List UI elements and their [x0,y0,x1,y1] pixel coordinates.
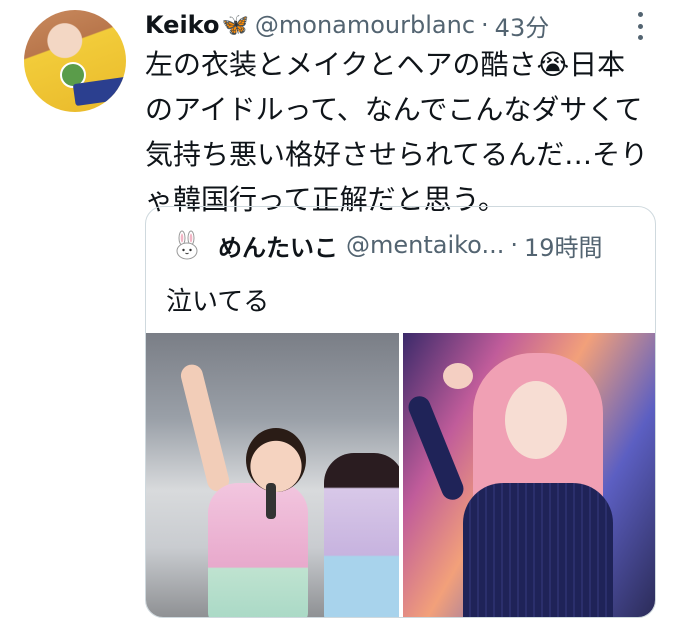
quoted-author-handle[interactable]: @mentaiko... [346,231,504,259]
performer-hand [443,363,473,389]
separator-dot: · [510,231,518,259]
tweet-text-line: のアイドルって、なんでこんなダサくて [145,93,643,126]
tweet-text: 左の衣装とメイクとヘアの酷さ😭日本 のアイドルって、なんでこんなダサくて 気持ち… [145,42,665,222]
quoted-tweet-card[interactable]: めんたいこ @mentaiko... · 19時間 泣いてる [145,206,656,618]
tweet-timestamp[interactable]: 43分 [495,8,550,43]
tweet-text-line: 気持ち悪い格好させられてるんだ…そり [145,138,649,171]
separator-dot: · [481,11,489,39]
quoted-tweet-header: めんたいこ @mentaiko... · 19時間 [172,225,639,265]
microphone-graphic [266,483,276,519]
author-name[interactable]: Keiko [145,11,219,39]
performer-figure [208,483,308,617]
performer-arm [405,392,467,504]
quoted-photo-right[interactable] [403,333,655,617]
performer-figure [324,453,399,617]
author-avatar[interactable] [24,10,126,112]
quoted-author-name[interactable]: めんたいこ [218,228,338,263]
performer-face [505,381,567,459]
quoted-photo-left[interactable] [146,333,399,617]
tweet-text-line: 左の衣装とメイクとヘアの酷さ😭日本 [145,48,626,81]
quoted-tweet-text: 泣いてる [166,287,270,317]
more-options-icon[interactable] [634,12,646,40]
more-dot [637,35,643,40]
more-dot [637,12,643,17]
performer-arm [178,362,232,494]
bunny-avatar-icon[interactable] [172,230,202,260]
more-dot [637,23,643,29]
tweet-header: Keiko 🦋 @monamourblanc · 43分 [145,8,630,43]
author-handle[interactable]: @monamourblanc [255,11,475,39]
performer-outfit [463,483,613,617]
quoted-tweet-timestamp[interactable]: 19時間 [524,228,603,263]
butterfly-icon: 🦋 [221,12,249,38]
performer-head [246,428,306,492]
